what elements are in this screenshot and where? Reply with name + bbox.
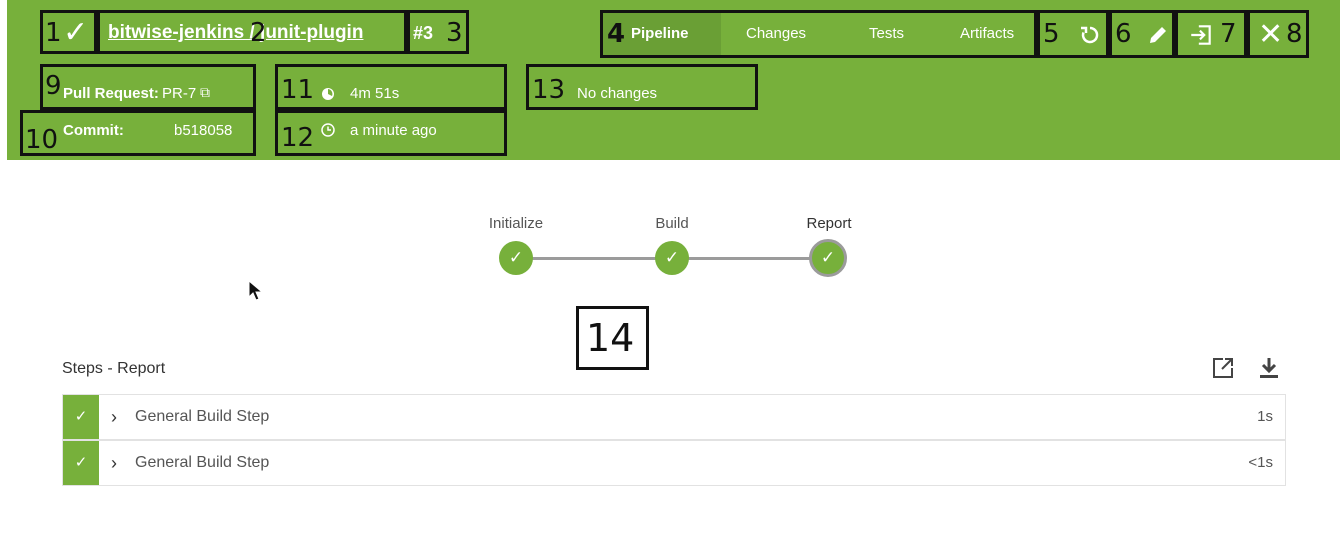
tab-bar: 4 Pipeline Changes Tests Artifacts <box>600 10 1037 58</box>
duration-box: 11 4m 51s <box>275 64 507 110</box>
annotation-number: 5 <box>1043 19 1060 49</box>
stage-success-icon: ✓ <box>664 248 680 267</box>
stage-label-initialize: Initialize <box>488 215 544 232</box>
stage-report[interactable]: ✓ <box>809 239 847 277</box>
tab-artifacts-label: Artifacts <box>960 25 1015 42</box>
commit-label: Commit: <box>63 122 124 139</box>
time-ago-value: a minute ago <box>350 122 437 139</box>
tab-artifacts[interactable]: Artifacts <box>960 13 1014 55</box>
redirect-button[interactable]: 7 <box>1175 10 1247 58</box>
open-in-new-window-icon[interactable] <box>1211 356 1235 380</box>
step-success-icon: ✓ <box>63 395 99 439</box>
stage-success-icon: ✓ <box>508 248 524 267</box>
clock-icon <box>321 123 335 137</box>
pull-request-link[interactable]: PR-7 <box>162 85 196 102</box>
pipeline-graph: Initialize ✓ Build ✓ Report ✓ <box>460 210 880 290</box>
tab-changes-label: Changes <box>746 25 807 42</box>
step-duration: 1s <box>1257 408 1273 425</box>
pull-request-box: 9 Pull Request: PR-7 ⧉ <box>40 64 256 110</box>
stage-build[interactable]: ✓ <box>655 241 689 275</box>
steps-title: Steps - Report <box>62 360 166 377</box>
edit-button[interactable]: 6 <box>1109 10 1175 58</box>
rerun-icon <box>1081 26 1099 44</box>
build-number: #3 <box>413 23 434 43</box>
commit-hash-link[interactable]: b518058 <box>174 122 232 139</box>
stage-success-icon: ✓ <box>820 248 836 267</box>
build-number-box: #3 3 <box>407 10 469 54</box>
close-icon: ✕ <box>1258 18 1284 51</box>
duration-icon <box>322 88 334 100</box>
step-duration: <1s <box>1248 454 1273 471</box>
changes-value: No changes <box>577 85 658 102</box>
close-button[interactable]: ✕ 8 <box>1247 10 1309 58</box>
annotation-number: 6 <box>1115 19 1132 49</box>
external-link-icon[interactable]: ⧉ <box>200 84 210 101</box>
success-check-icon: ✓ <box>63 16 89 49</box>
step-name: General Build Step <box>135 454 270 471</box>
chevron-right-icon[interactable]: › <box>111 441 117 485</box>
commit-box: 10 Commit: b518058 <box>20 110 256 156</box>
redirect-icon <box>1191 25 1211 45</box>
annotation-number: 3 <box>446 18 463 48</box>
tab-tests[interactable]: Tests <box>869 13 904 55</box>
tab-pipeline[interactable]: 4 Pipeline <box>603 13 721 55</box>
stage-initialize[interactable]: ✓ <box>499 241 533 275</box>
mouse-cursor-icon <box>248 280 264 301</box>
annotation-number: 8 <box>1286 19 1303 49</box>
download-icon[interactable] <box>1258 356 1280 380</box>
annotation-number: 13 <box>532 75 566 105</box>
build-status-box: 1 ✓ <box>40 10 97 54</box>
step-row[interactable]: ✓ › General Build Step 1s <box>62 394 1286 440</box>
tab-pipeline-label: Pipeline <box>631 25 689 42</box>
stage-label-build: Build <box>655 215 689 232</box>
duration-value: 4m 51s <box>350 85 400 102</box>
edit-icon <box>1150 27 1166 43</box>
chevron-right-icon[interactable]: › <box>111 395 117 439</box>
annotation-number: 14 <box>586 316 635 360</box>
annotation-number: 11 <box>281 75 315 105</box>
annotation-number: 12 <box>281 123 315 153</box>
step-success-icon: ✓ <box>63 441 99 485</box>
stage-label-report: Report <box>806 215 852 232</box>
annotation-number: 1 <box>45 18 62 48</box>
pipeline-title-link[interactable]: bitwise-jenkins / junit-plugin <box>108 22 363 44</box>
annotation-number: 2 <box>250 18 267 48</box>
annotation-number: 9 <box>45 71 62 101</box>
annotation-box-14: 14 <box>576 306 649 370</box>
time-ago-box: 12 a minute ago <box>275 110 507 156</box>
annotation-number: 10 <box>25 125 59 155</box>
pipeline-title-box[interactable]: bitwise-jenkins / junit-plugin 2 <box>97 10 407 54</box>
annotation-number: 4 <box>607 19 626 49</box>
tab-changes[interactable]: Changes <box>746 13 806 55</box>
rerun-button[interactable]: 5 <box>1037 10 1109 58</box>
pull-request-label: Pull Request: <box>63 85 159 102</box>
step-name: General Build Step <box>135 408 270 425</box>
changes-box: 13 No changes <box>526 64 758 110</box>
annotation-number: 7 <box>1220 19 1237 49</box>
step-row[interactable]: ✓ › General Build Step <1s <box>62 440 1286 486</box>
tab-tests-label: Tests <box>869 25 905 42</box>
